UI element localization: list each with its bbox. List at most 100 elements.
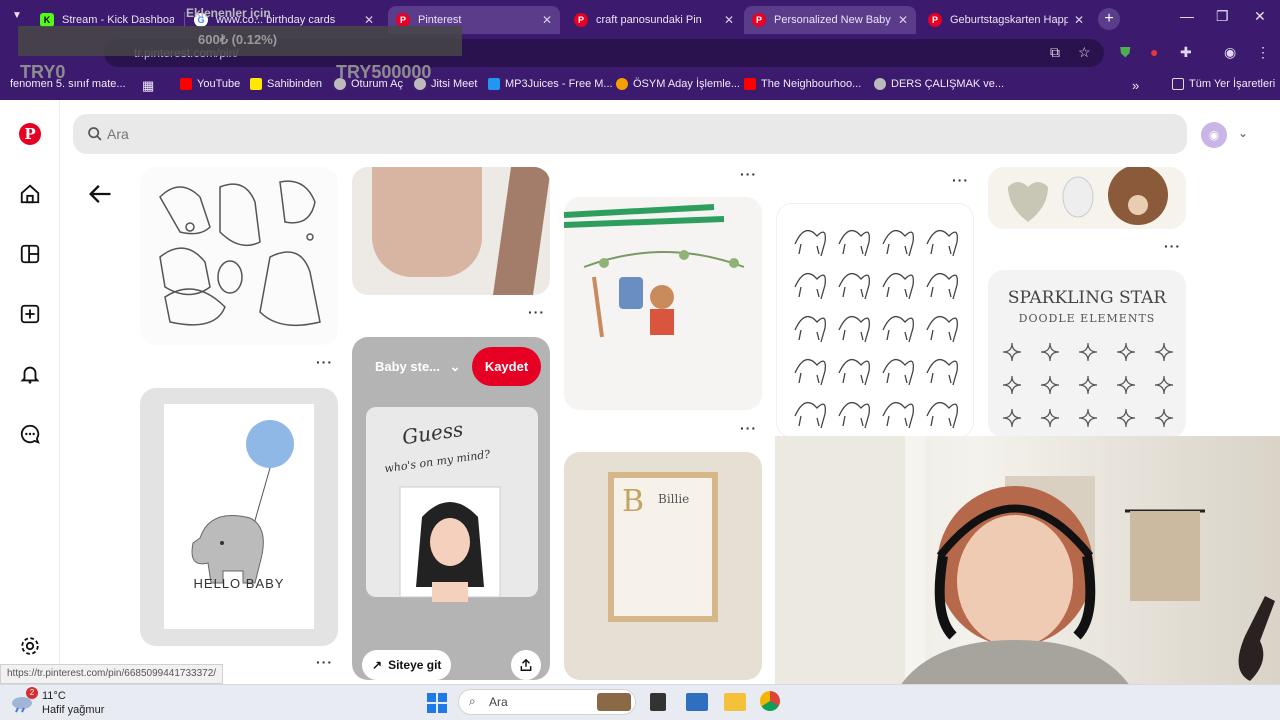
chevron-down-icon[interactable]: ⌄ (1238, 126, 1248, 140)
bookmark-label: Jitsi Meet (431, 78, 478, 90)
home-icon[interactable] (18, 182, 42, 206)
osym-icon (616, 78, 628, 90)
bookmark-all[interactable]: Tüm Yer İşaretleri (1172, 78, 1275, 90)
bookmarks-overflow-icon[interactable]: » (1132, 78, 1139, 93)
weather-widget[interactable]: 11°C Hafif yağmur (42, 689, 104, 717)
back-arrow-icon[interactable] (86, 180, 114, 208)
tab-search-chevron-icon[interactable]: ▼ (12, 10, 22, 21)
bookmark-star-icon[interactable]: ☆ (1078, 44, 1091, 61)
bookmark-sahibinden[interactable]: Sahibinden (250, 78, 322, 90)
pin-dinosaur-coloring[interactable] (140, 167, 338, 345)
window-close-icon[interactable]: ✕ (1254, 8, 1266, 25)
minimize-icon[interactable]: — (1180, 8, 1194, 24)
avatar[interactable]: ◉ (1201, 122, 1227, 148)
status-url: https://tr.pinterest.com/pin/66850994417… (0, 664, 224, 684)
visit-site-button[interactable]: ↗ Siteye git (362, 650, 452, 680)
search-highlight-image-icon (597, 693, 631, 711)
pin-options-icon[interactable]: ··· (316, 354, 333, 370)
bookmark-label: YouTube (197, 78, 241, 90)
pin-bear-bunny[interactable] (988, 167, 1186, 229)
pin-ruler-hand[interactable] (352, 167, 550, 295)
pin-options-icon[interactable]: ··· (316, 654, 333, 670)
record-extension-icon[interactable]: ● (1150, 44, 1158, 60)
pinterest-logo-icon[interactable]: P (18, 122, 42, 146)
bookmark-neighbourhood[interactable]: The Neighbourhoo... (744, 78, 861, 90)
animal-line-doodle (882, 272, 914, 300)
sparkle-star-doodle (1116, 342, 1136, 362)
explore-grid-icon[interactable] (18, 242, 42, 266)
bookmark-osym[interactable]: ÖSYM Aday İşlemle... (616, 78, 740, 90)
photos-app-icon[interactable] (686, 693, 708, 711)
pin-elephant-card[interactable]: HELLO BABY (140, 388, 338, 646)
chrome-icon[interactable] (760, 691, 780, 711)
pin-sparkling-stars[interactable]: SPARKLING STAR DOODLE ELEMENTS (988, 270, 1186, 438)
shield-extension-icon[interactable]: ⛊ (1120, 44, 1131, 61)
animal-line-doodle (926, 315, 958, 343)
pin-options-icon[interactable]: ··· (740, 420, 757, 436)
profile-avatar-icon[interactable]: ◉ (1224, 44, 1236, 61)
bookmark-label: The Neighbourhoo... (761, 78, 862, 90)
pin-options-icon[interactable]: ··· (1164, 238, 1181, 254)
tab-personalized-baby[interactable]: P Personalized New Baby Ca ✕ (744, 6, 916, 34)
apps-grid-icon[interactable]: ▦ (142, 78, 154, 94)
messages-chat-icon[interactable] (18, 422, 42, 446)
bookmark-ders-calismak[interactable]: DERS ÇALIŞMAK ve... (874, 78, 1004, 90)
weather-temp: 11°C (42, 690, 66, 702)
pin-options-icon[interactable]: ··· (740, 166, 757, 182)
sparkle-star-doodle (1040, 408, 1060, 428)
animal-line-doodle (926, 229, 958, 257)
install-app-icon[interactable]: ⧉ (1050, 44, 1060, 61)
close-icon[interactable]: ✕ (724, 13, 734, 27)
task-view-icon[interactable] (650, 693, 666, 711)
sparkle-star-doodle (1040, 342, 1060, 362)
tab-craft-pin[interactable]: P craft panosundaki Pin ✕ (566, 6, 742, 34)
taskbar-search[interactable]: ⌕ Ara (458, 689, 636, 715)
bookmark-label: Tüm Yer İşaretleri (1189, 78, 1276, 90)
animal-line-doodle (882, 358, 914, 386)
tab-geburtstagskarten[interactable]: P Geburtstagskarten Happy ✕ (920, 6, 1092, 34)
close-icon[interactable]: ✕ (364, 13, 374, 27)
arrow-up-right-icon: ↗ (372, 658, 383, 672)
extensions-puzzle-icon[interactable]: ✚ (1180, 44, 1192, 61)
bookmark-youtube[interactable]: YouTube (180, 78, 240, 90)
chevron-down-icon: ⌄ (449, 359, 461, 374)
pin-options-icon[interactable]: ··· (952, 172, 969, 188)
close-icon[interactable]: ✕ (542, 13, 552, 27)
board-selector[interactable]: Baby ste... ⌄ (375, 359, 461, 375)
share-upload-icon[interactable] (511, 650, 541, 680)
pin-options-icon[interactable]: ··· (528, 304, 545, 320)
search-input[interactable] (107, 122, 1007, 146)
frame-image: B Billie (608, 472, 718, 622)
windows-start-icon[interactable] (427, 693, 447, 713)
save-button[interactable]: Kaydet (472, 347, 541, 386)
create-plus-icon[interactable] (18, 302, 42, 326)
sparkle-star-doodle (1002, 408, 1022, 428)
animal-line-doodle (838, 401, 870, 429)
pin-animal-line-icons[interactable] (776, 203, 974, 438)
animal-line-doodle (794, 229, 826, 257)
overlay-min-amount: TRY0 (20, 62, 66, 82)
sparkle-star-doodle (1002, 375, 1022, 395)
sparkle-star-doodle (1078, 408, 1098, 428)
dinosaur-doodles-image (159, 180, 321, 327)
pin-guess-card-hovered[interactable]: Guess who's on my mind? (352, 337, 550, 680)
new-tab-button[interactable]: + (1098, 8, 1120, 30)
pin-baby-frame[interactable]: B Billie (564, 452, 762, 680)
search-icon: ⌕ (469, 694, 476, 708)
pin-baby-garland-card[interactable] (564, 197, 762, 410)
sahibinden-icon (250, 78, 262, 90)
animal-line-doodle (794, 358, 826, 386)
weather-icon[interactable]: 2 (10, 687, 38, 713)
sparkle-star-doodle (1078, 375, 1098, 395)
close-icon[interactable]: ✕ (1074, 13, 1084, 27)
overlay-max-amount: TRY500000 (336, 62, 432, 82)
bookmark-mp3juices[interactable]: MP3Juices - Free M... (488, 78, 613, 90)
maximize-icon[interactable]: ❐ (1216, 8, 1229, 25)
notifications-bell-icon[interactable] (18, 362, 42, 386)
close-icon[interactable]: ✕ (898, 13, 908, 27)
youtube-icon (744, 78, 756, 90)
menu-kebab-icon[interactable]: ⋮ (1256, 44, 1270, 61)
animal-icons-image (794, 229, 958, 429)
settings-gear-icon[interactable] (18, 634, 42, 658)
file-explorer-icon[interactable] (724, 693, 746, 711)
